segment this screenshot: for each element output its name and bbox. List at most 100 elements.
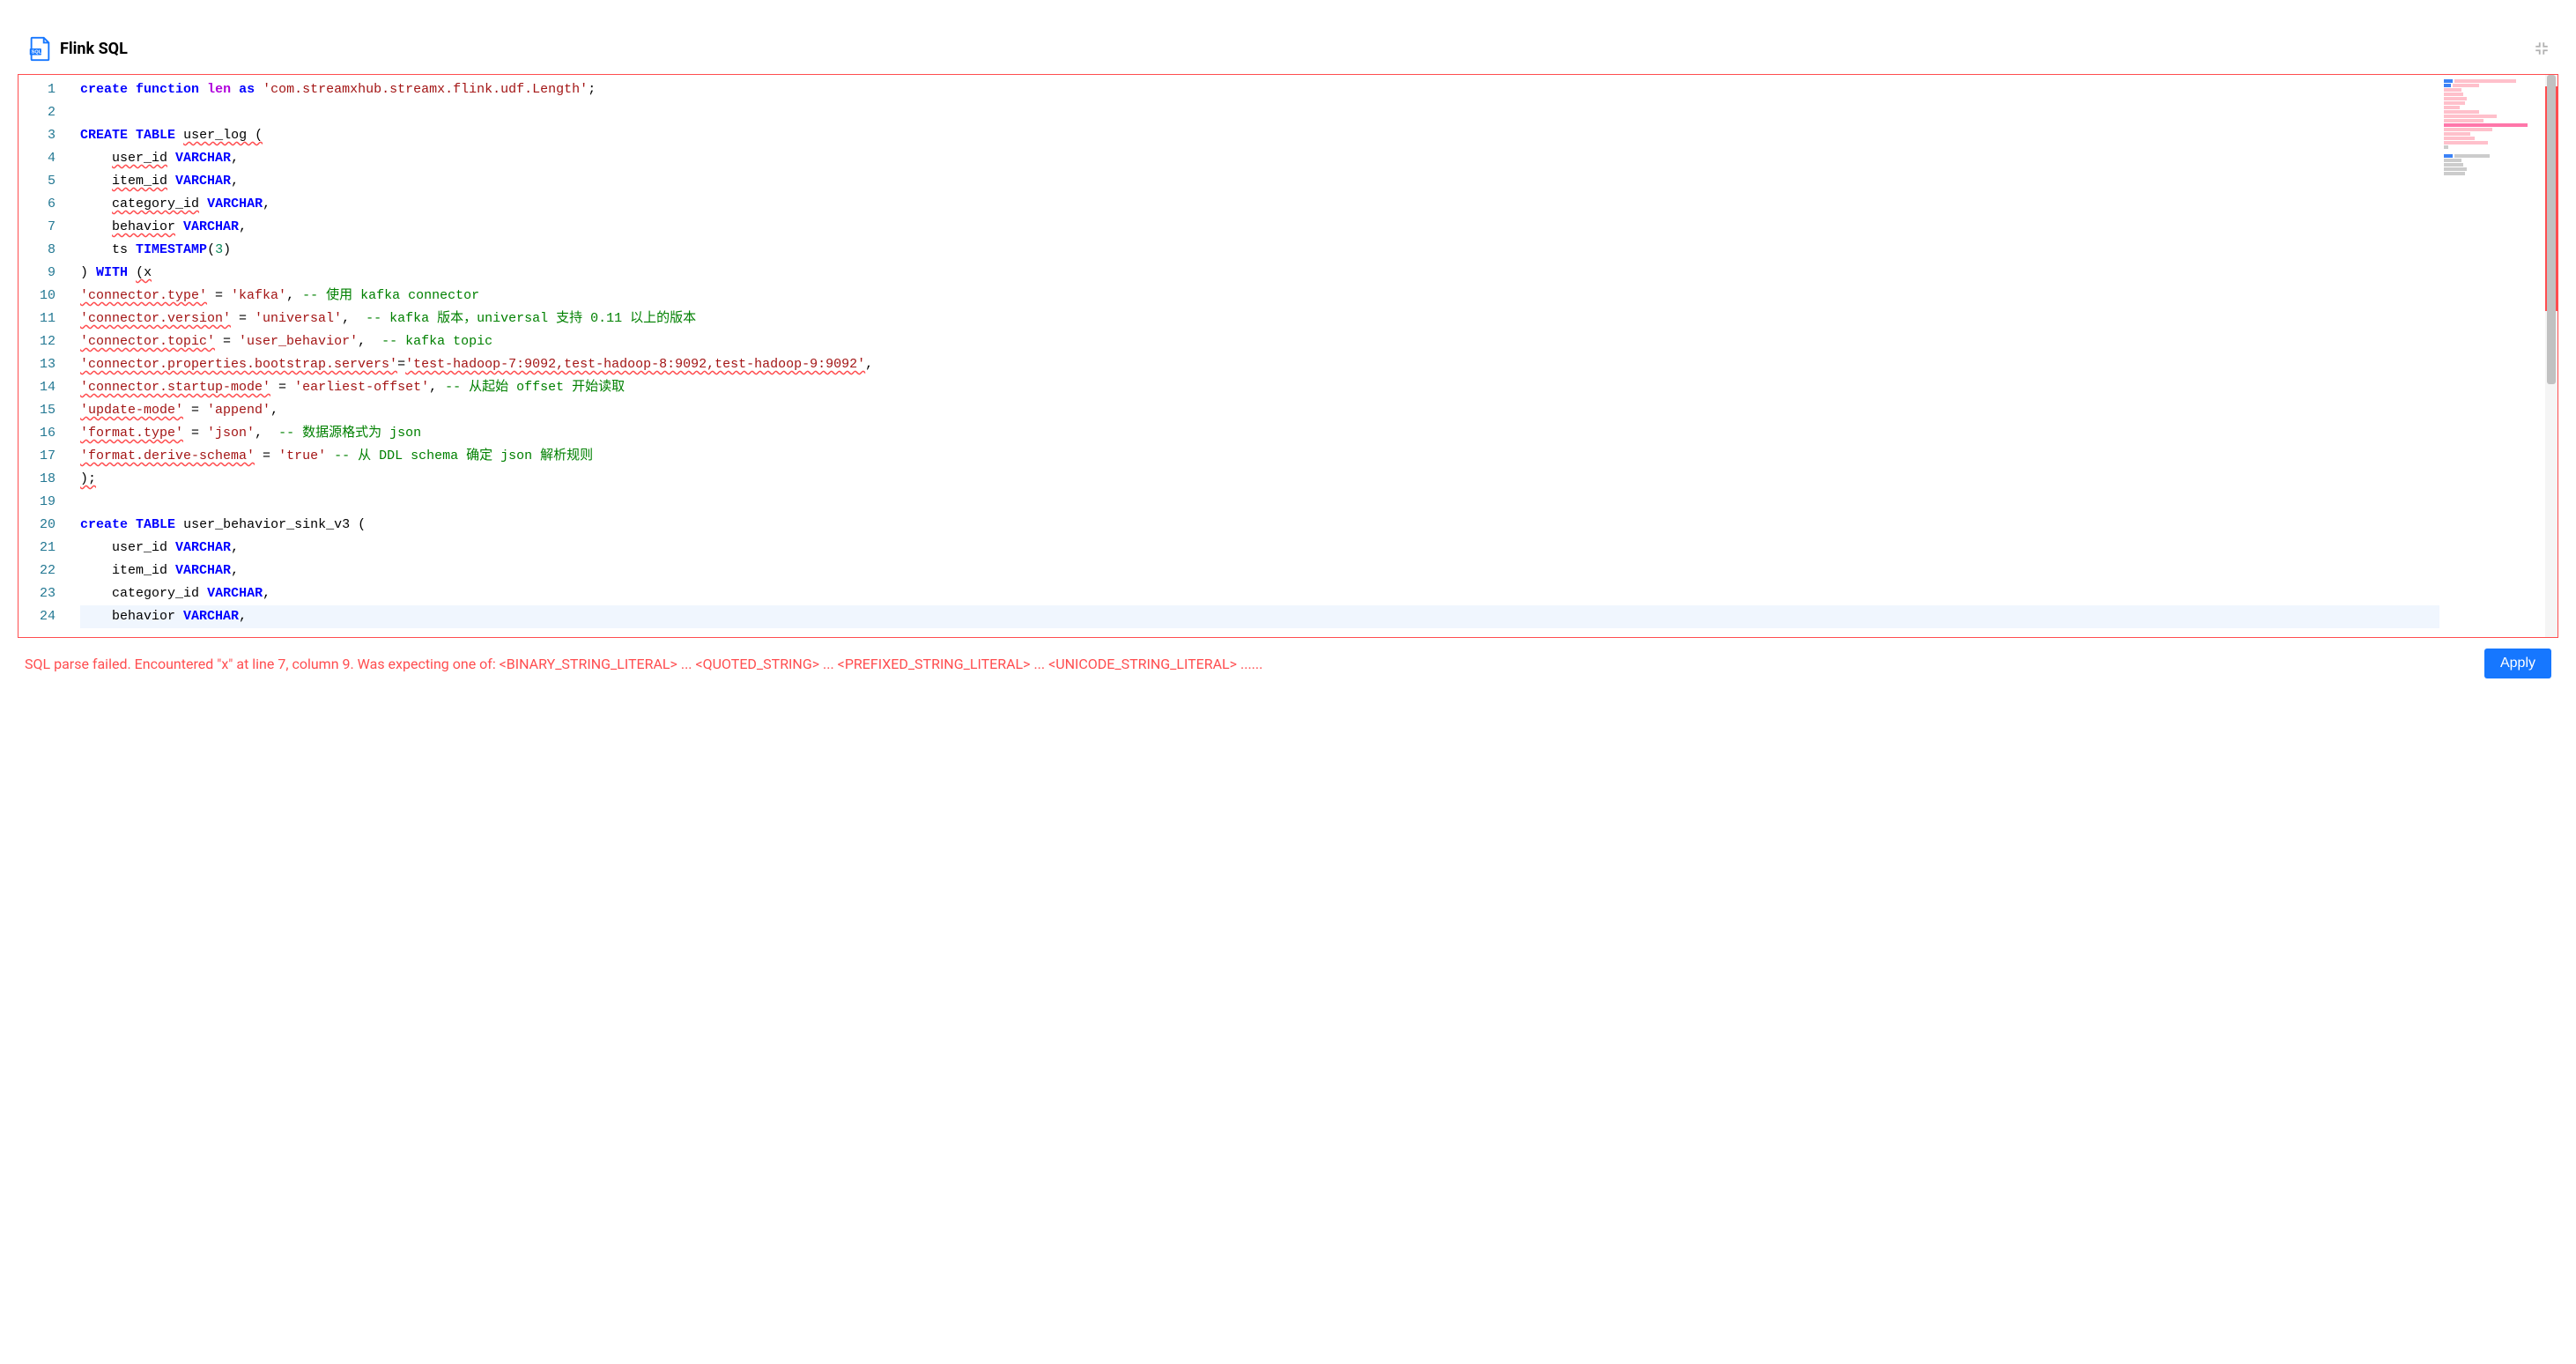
code-line[interactable]: create function len as 'com.streamxhub.s… xyxy=(80,78,2439,101)
token-string: 'universal' xyxy=(255,311,342,326)
line-number: 2 xyxy=(19,101,71,124)
code-line[interactable]: 'format.type' = 'json', -- 数据源格式为 json xyxy=(80,422,2439,445)
line-number-gutter: 1 2 3 4 5 6 7 8 9 10 11 12 13 14 15 16 1… xyxy=(19,75,71,637)
error-message: SQL parse failed. Encountered "x" at lin… xyxy=(25,656,2474,672)
vertical-scrollbar[interactable] xyxy=(2545,75,2557,637)
header: SQL Flink SQL xyxy=(18,35,2558,74)
svg-text:SQL: SQL xyxy=(32,50,42,56)
token-col: ts xyxy=(112,242,128,257)
token-comment: -- 从 DDL schema 确定 json 解析规则 xyxy=(334,448,593,463)
token-string: 'connector.properties.bootstrap.servers' xyxy=(80,357,397,372)
token-type: VARCHAR xyxy=(183,609,239,624)
token-col: category_id xyxy=(112,196,199,211)
line-number: 7 xyxy=(19,216,71,239)
code-line[interactable]: ); xyxy=(80,468,2439,491)
code-line[interactable] xyxy=(80,491,2439,514)
token-keyword: CREATE xyxy=(80,128,128,143)
line-number: 14 xyxy=(19,376,71,399)
token-punct: ); xyxy=(80,471,96,486)
minimap[interactable] xyxy=(2439,75,2545,637)
token-keyword: create xyxy=(80,517,128,532)
line-number: 3 xyxy=(19,124,71,147)
line-number: 22 xyxy=(19,560,71,582)
fullscreen-exit-icon[interactable] xyxy=(2534,41,2550,56)
token-number: 3 xyxy=(215,242,223,257)
line-number: 5 xyxy=(19,170,71,193)
code-line[interactable]: category_id VARCHAR, xyxy=(80,582,2439,605)
token-string: 'connector.type' xyxy=(80,288,207,303)
header-left: SQL Flink SQL xyxy=(26,35,128,62)
token-col: category_id xyxy=(112,586,199,601)
token-keyword: create xyxy=(80,82,128,97)
token-comment: -- kafka topic xyxy=(381,334,492,349)
token-keyword: TABLE xyxy=(136,517,175,532)
code-line[interactable]: 'connector.topic' = 'user_behavior', -- … xyxy=(80,330,2439,353)
token-type: VARCHAR xyxy=(183,219,239,234)
line-number: 6 xyxy=(19,193,71,216)
token-col: item_id xyxy=(112,563,167,578)
token-name: (x xyxy=(136,265,152,280)
token-col: user_id xyxy=(112,540,167,555)
token-punct: ) xyxy=(80,265,88,280)
token-type: VARCHAR xyxy=(175,540,231,555)
token-name: user_log ( xyxy=(183,128,263,143)
token-punct: = xyxy=(207,288,231,303)
token-punct: = xyxy=(397,357,405,372)
line-number: 1 xyxy=(19,78,71,101)
code-line[interactable]: user_id VARCHAR, xyxy=(80,147,2439,170)
token-string: 'connector.version' xyxy=(80,311,231,326)
line-number: 19 xyxy=(19,491,71,514)
line-number: 13 xyxy=(19,353,71,376)
code-line[interactable]: create TABLE user_behavior_sink_v3 ( xyxy=(80,514,2439,537)
code-line[interactable]: ts TIMESTAMP(3) xyxy=(80,239,2439,262)
code-line[interactable]: category_id VARCHAR, xyxy=(80,193,2439,216)
token-type: VARCHAR xyxy=(175,174,231,189)
code-line[interactable] xyxy=(80,101,2439,124)
code-line[interactable]: item_id VARCHAR, xyxy=(80,170,2439,193)
code-line[interactable]: user_id VARCHAR, xyxy=(80,537,2439,560)
token-string: 'format.type' xyxy=(80,426,183,441)
code-line[interactable]: CREATE TABLE user_log ( xyxy=(80,124,2439,147)
token-col: behavior xyxy=(112,219,175,234)
token-string: 'format.derive-schema' xyxy=(80,448,255,463)
line-number: 21 xyxy=(19,537,71,560)
line-number: 10 xyxy=(19,285,71,308)
code-content[interactable]: create function len as 'com.streamxhub.s… xyxy=(71,75,2439,637)
line-number: 18 xyxy=(19,468,71,491)
token-string: 'update-mode' xyxy=(80,403,183,418)
token-comment: -- 数据源格式为 json xyxy=(278,426,421,441)
token-punct: = xyxy=(183,403,207,418)
code-line[interactable]: behavior VARCHAR, xyxy=(80,605,2439,628)
code-line[interactable]: behavior VARCHAR, xyxy=(80,216,2439,239)
token-keyword: TABLE xyxy=(136,128,175,143)
token-punct: = xyxy=(231,311,255,326)
token-string: 'user_behavior' xyxy=(239,334,358,349)
line-number: 4 xyxy=(19,147,71,170)
sql-editor[interactable]: 1 2 3 4 5 6 7 8 9 10 11 12 13 14 15 16 1… xyxy=(18,74,2558,638)
token-string: 'connector.topic' xyxy=(80,334,215,349)
token-keyword: as xyxy=(239,82,255,97)
code-line[interactable]: 'format.derive-schema' = 'true' -- 从 DDL… xyxy=(80,445,2439,468)
code-line[interactable]: 'update-mode' = 'append', xyxy=(80,399,2439,422)
token-keyword: function xyxy=(136,82,199,97)
code-line[interactable]: 'connector.properties.bootstrap.servers'… xyxy=(80,353,2439,376)
token-type: TIMESTAMP xyxy=(136,242,207,257)
line-number: 23 xyxy=(19,582,71,605)
code-line[interactable]: 'connector.type' = 'kafka', -- 使用 kafka … xyxy=(80,285,2439,308)
apply-button[interactable]: Apply xyxy=(2484,649,2551,678)
code-line[interactable]: item_id VARCHAR, xyxy=(80,560,2439,582)
code-line[interactable]: 'connector.version' = 'universal', -- ka… xyxy=(80,308,2439,330)
code-line[interactable]: ) WITH (x xyxy=(80,262,2439,285)
token-string: 'append' xyxy=(207,403,270,418)
token-punct: ; xyxy=(588,82,596,97)
token-string: 'earliest-offset' xyxy=(294,380,429,395)
footer: SQL parse failed. Encountered "x" at lin… xyxy=(18,638,2558,678)
token-string: 'kafka' xyxy=(231,288,286,303)
line-number: 24 xyxy=(19,605,71,628)
code-line[interactable]: 'connector.startup-mode' = 'earliest-off… xyxy=(80,376,2439,399)
token-punct: = xyxy=(255,448,278,463)
token-type: VARCHAR xyxy=(175,563,231,578)
scrollbar-thumb[interactable] xyxy=(2547,75,2556,384)
token-col: item_id xyxy=(112,174,167,189)
token-comment: -- 使用 kafka connector xyxy=(302,288,479,303)
